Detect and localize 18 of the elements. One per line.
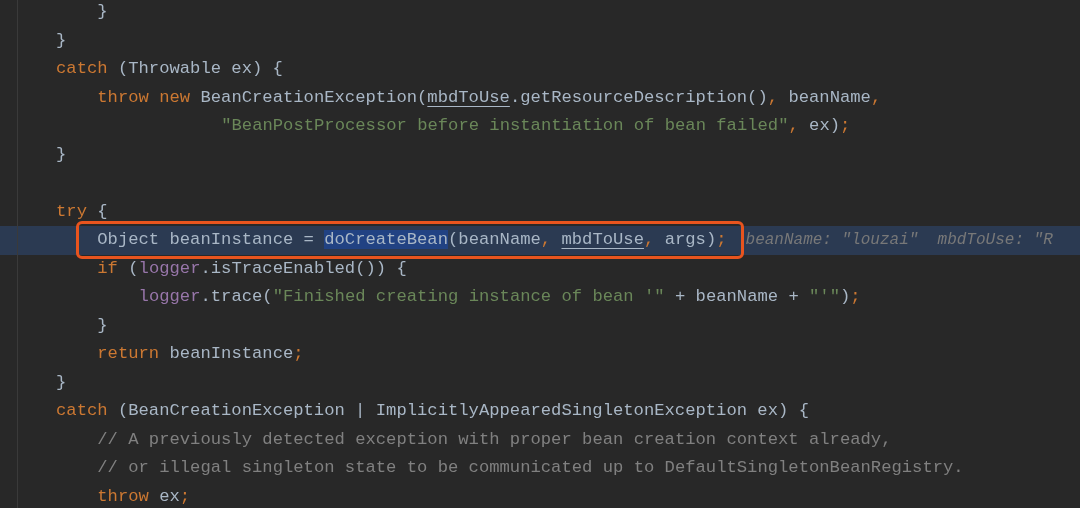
code-line: "BeanPostProcessor before instantiation of bean failed", ex); bbox=[221, 115, 851, 137]
code-line: } bbox=[97, 1, 108, 23]
code-line: } bbox=[97, 314, 108, 337]
inline-debug-hint: beanName: "louzai" mbdToUse: "R bbox=[745, 230, 1053, 251]
code-line: return beanInstance; bbox=[97, 343, 304, 365]
code-line: } bbox=[56, 143, 67, 166]
code-line: if (logger.isTraceEnabled()) { bbox=[97, 257, 407, 280]
code-line: throw ex; bbox=[97, 485, 191, 508]
code-line: throw new BeanCreationException(mbdToUse.getResourceDescription(), beanName, bbox=[97, 86, 882, 109]
code-line: logger.trace("Finished creating instance of bean '" + beanName + "'"); bbox=[138, 286, 861, 308]
code-line: Object beanInstance = doCreateBean(beanName, mbdToUse, args); bbox=[97, 229, 727, 251]
code-line: catch (BeanCreationException | ImplicitlyAppearedSingletonException ex) { bbox=[56, 400, 809, 422]
code-line: } bbox=[56, 29, 67, 52]
code-line: // A previously detected exception with proper bean creation context already, bbox=[97, 428, 892, 451]
code-line: } bbox=[56, 371, 67, 394]
code-line: try { bbox=[56, 200, 108, 223]
code-line: // or illegal singleton state to be communicated up to DefaultSingletonBeanRegistry. bbox=[97, 457, 964, 479]
code-line: catch (Throwable ex) { bbox=[56, 58, 283, 80]
